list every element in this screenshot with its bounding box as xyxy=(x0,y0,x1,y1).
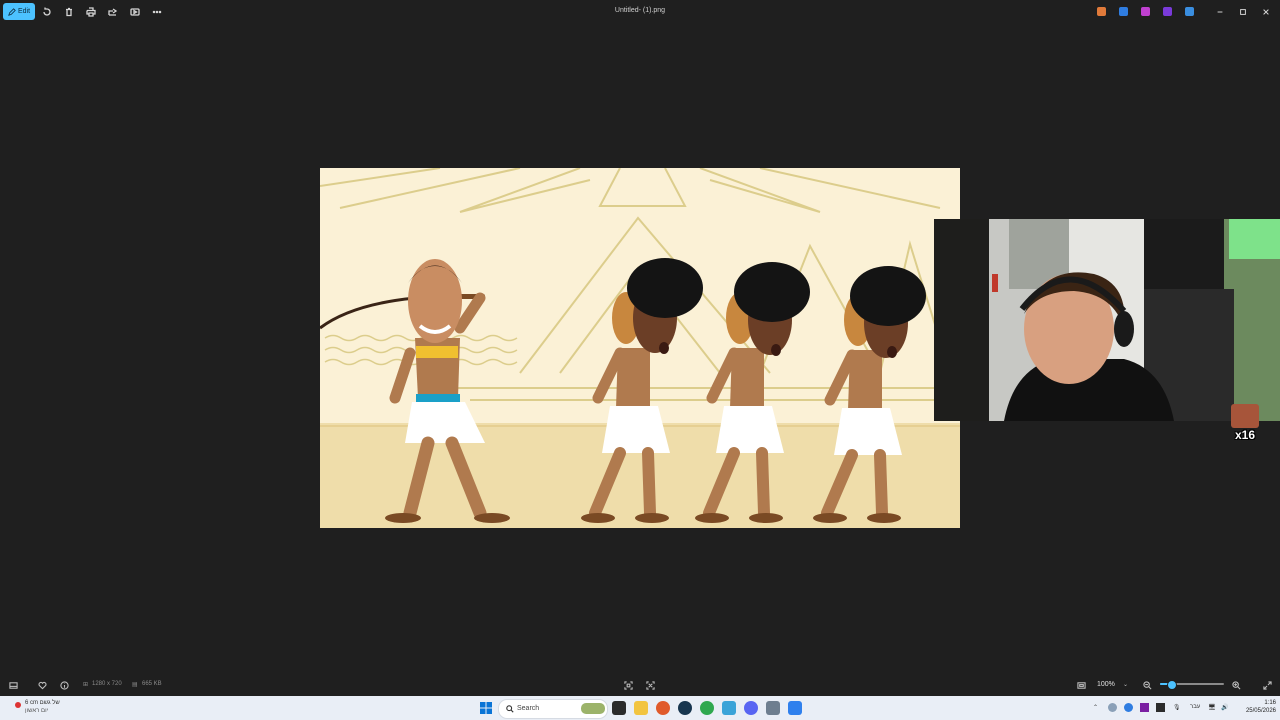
tray-purple-icon[interactable] xyxy=(1140,703,1149,712)
image-dimensions: 1280 x 720 xyxy=(92,681,122,687)
image-size-icon: ⊞ xyxy=(83,682,89,688)
steam-icon[interactable] xyxy=(678,701,692,715)
zoom-in-icon xyxy=(1231,680,1240,689)
extension-purple-icon[interactable] xyxy=(1163,7,1172,16)
zoom-level-dropdown[interactable]: 100% xyxy=(1097,681,1115,688)
fit-screen-icon xyxy=(623,680,633,690)
photos-app-icon[interactable] xyxy=(788,701,802,715)
fit-view-button[interactable] xyxy=(622,679,634,691)
edit-button[interactable]: Edit xyxy=(3,3,35,20)
more-options-button[interactable] xyxy=(150,5,164,19)
windows-start-icon[interactable] xyxy=(480,702,492,714)
image-canvas[interactable] xyxy=(320,168,960,528)
chevron-down-icon[interactable]: ⌄ xyxy=(1123,681,1128,688)
settings-gear-icon[interactable] xyxy=(766,701,780,715)
window-title: Untitled- (1).png xyxy=(614,7,666,14)
brave-browser-icon[interactable] xyxy=(656,701,670,715)
minimize-button[interactable] xyxy=(1213,5,1227,19)
rotate-button[interactable] xyxy=(40,5,54,19)
favorite-button[interactable] xyxy=(36,679,48,691)
file-size-icon: ▤ xyxy=(132,682,138,688)
actual-size-button[interactable] xyxy=(644,679,656,691)
print-button[interactable] xyxy=(84,5,98,19)
slideshow-icon xyxy=(130,8,140,16)
weather-widget[interactable]: 6 cm של גשם יום ראשון xyxy=(12,699,72,717)
info-icon xyxy=(59,680,69,690)
edit-label: Edit xyxy=(17,8,31,15)
extension-onedrive-icon[interactable] xyxy=(1185,7,1194,16)
zoom-out-icon xyxy=(1142,680,1151,689)
zoom-slider-thumb[interactable] xyxy=(1166,680,1177,690)
taskbar-clock[interactable]: 1:16 25/05/2026 xyxy=(1236,699,1276,715)
clock-time: 1:16 xyxy=(1264,700,1276,706)
trash-icon xyxy=(66,7,72,17)
extension-clipchamp-icon[interactable] xyxy=(1141,7,1150,16)
actual-size-icon xyxy=(645,680,655,690)
share-button[interactable] xyxy=(106,5,120,19)
search-icon xyxy=(506,705,514,713)
filmstrip-button[interactable] xyxy=(7,679,19,691)
weather-day: יום ראשון xyxy=(25,708,49,714)
tray-chevron-up-icon[interactable]: ⌃ xyxy=(1093,704,1098,711)
weather-alert-icon xyxy=(15,702,21,708)
tray-app-icon[interactable] xyxy=(1108,703,1117,712)
network-icon[interactable]: 🖥 xyxy=(1208,704,1216,711)
app-blue-icon[interactable] xyxy=(722,701,736,715)
slideshow-button[interactable] xyxy=(128,5,142,19)
microphone-icon[interactable]: 🎙 xyxy=(1173,704,1181,711)
chat-emote-overlay: x16 xyxy=(1228,404,1262,444)
volume-icon[interactable]: 🔊 xyxy=(1221,704,1228,711)
filmstrip-icon xyxy=(8,681,18,689)
more-icon xyxy=(152,10,162,14)
zoom-out-button[interactable] xyxy=(1141,679,1153,691)
maximize-icon xyxy=(1240,9,1246,15)
windows-taskbar: 6 cm של גשם יום ראשון Search ⌃ 🎙 עבר 🖥 🔊… xyxy=(0,696,1280,720)
pencil-icon xyxy=(8,7,16,16)
taskbar-search-box[interactable]: Search xyxy=(498,699,608,719)
print-icon xyxy=(86,7,96,17)
search-highlight-icon xyxy=(581,703,605,714)
weather-text: 6 cm של גשם xyxy=(25,700,60,706)
fit-window-icon xyxy=(1076,681,1086,689)
heart-icon xyxy=(37,681,47,689)
file-info-button[interactable] xyxy=(58,679,70,691)
task-view-icon[interactable] xyxy=(612,701,626,715)
maximize-button[interactable] xyxy=(1236,5,1250,19)
delete-button[interactable] xyxy=(62,5,76,19)
extension-copilot-icon[interactable] xyxy=(1097,7,1106,16)
fit-window-button[interactable] xyxy=(1075,679,1087,691)
file-size: 665 KB xyxy=(142,681,162,687)
share-icon xyxy=(108,8,118,16)
zoom-in-button[interactable] xyxy=(1230,679,1242,691)
discord-icon[interactable] xyxy=(744,701,758,715)
chrome-icon[interactable] xyxy=(700,701,714,715)
minimize-icon xyxy=(1217,11,1223,13)
expand-icon xyxy=(1262,680,1272,690)
rotate-icon xyxy=(43,7,51,16)
close-icon xyxy=(1263,9,1269,15)
tray-blue-icon[interactable] xyxy=(1124,703,1133,712)
emote-face xyxy=(1231,404,1259,428)
file-explorer-icon[interactable] xyxy=(634,701,648,715)
extension-blue-icon[interactable] xyxy=(1119,7,1128,16)
search-placeholder: Search xyxy=(517,705,540,712)
close-button[interactable] xyxy=(1259,5,1273,19)
input-language[interactable]: עבר xyxy=(1190,704,1200,710)
top-toolbar: Edit Untitled- (1).png xyxy=(0,0,1280,24)
bottom-status-bar: ⊞ 1280 x 720 ▤ 665 KB 100% ⌄ xyxy=(0,676,1280,694)
webcam-feed xyxy=(934,219,1280,421)
egypt-meme-image xyxy=(320,168,960,528)
clock-date: 25/05/2026 xyxy=(1245,708,1276,714)
fullscreen-button[interactable] xyxy=(1261,679,1273,691)
webcam-overlay xyxy=(934,219,1280,421)
tray-dark-icon[interactable] xyxy=(1156,703,1165,712)
emote-count: x16 xyxy=(1234,428,1256,442)
